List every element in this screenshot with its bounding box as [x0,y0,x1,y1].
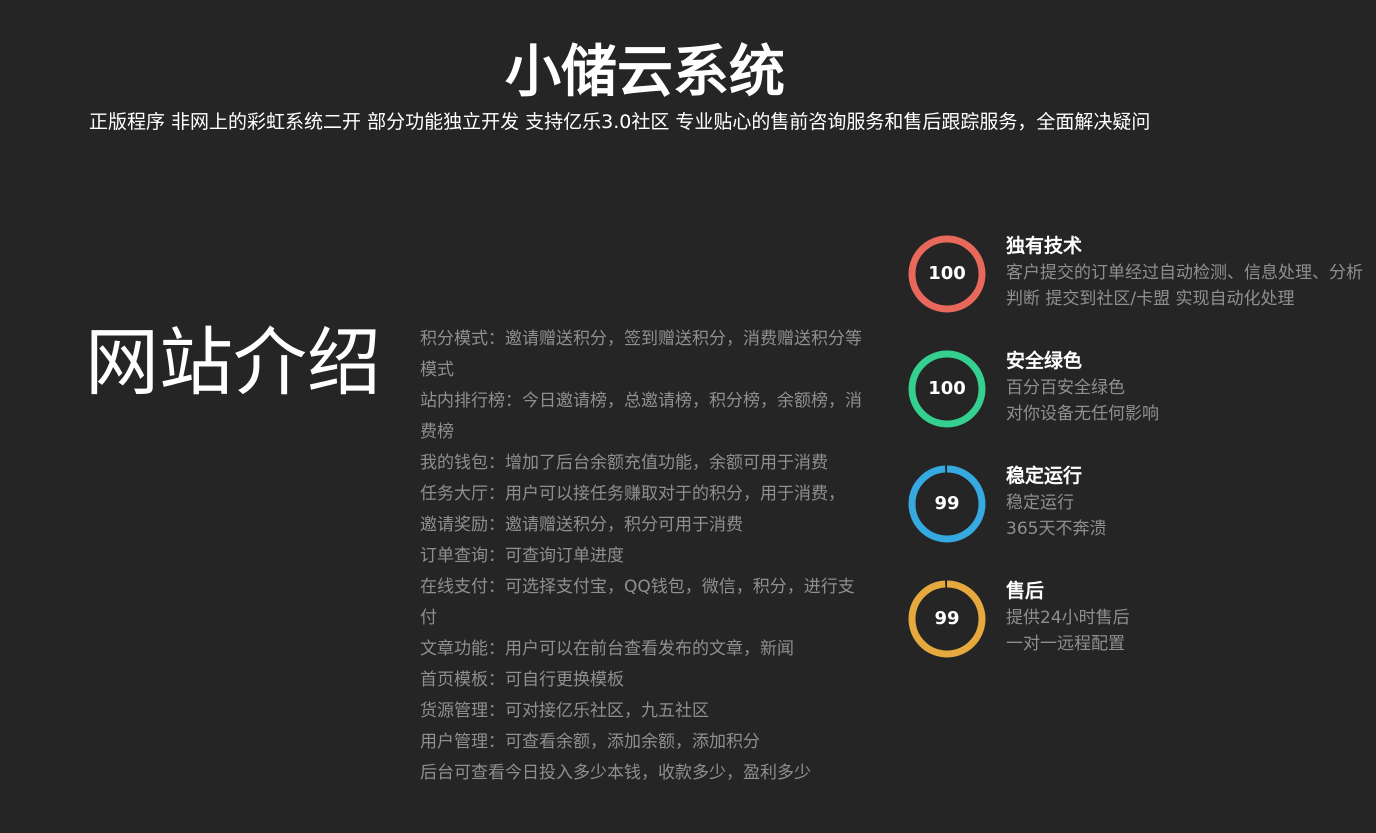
feature-item: 后台可查看今日投入多少本钱，收款多少，盈利多少 [420,763,811,783]
stat-title: 稳定运行 [1006,465,1083,487]
feature-item: 任务大厅：用户可以接任务赚取对于的积分，用于消费， [420,484,845,504]
stat-description: 一对一远程配置 [1006,634,1125,654]
feature-list: 积分模式：邀请赠送积分，签到赠送积分，消费赠送积分等模式 站内排行榜：今日邀请榜… [420,324,868,789]
feature-item: 首页模板：可自行更换模板 [420,670,624,690]
progress-ring: 100 [907,234,987,314]
feature-item: 货源管理：可对接亿乐社区，九五社区 [420,701,709,721]
intro-heading: 网站介绍 [85,320,381,406]
page-subtitle: 正版程序 非网上的彩虹系统二开 部分功能独立开发 支持亿乐3.0社区 专业贴心的… [89,111,1151,133]
progress-ring: 99 [907,464,987,544]
stat-after-sales: 99 售后 提供24小时售后 一对一远程配置 [907,577,1367,692]
stat-description: 稳定运行 [1006,493,1074,513]
stat-stable-running: 99 稳定运行 稳定运行 365天不奔溃 [907,462,1367,577]
stat-title: 安全绿色 [1006,350,1083,372]
progress-ring: 99 [907,579,987,659]
stat-description: 百分百安全绿色 [1006,378,1125,398]
page: 小储云系统 正版程序 非网上的彩虹系统二开 部分功能独立开发 支持亿乐3.0社区… [0,0,1376,833]
feature-item: 我的钱包：增加了后台余额充值功能，余额可用于消费 [420,453,828,473]
stat-title: 独有技术 [1006,235,1083,257]
ring-value: 100 [928,378,966,399]
stat-safe-green: 100 安全绿色 百分百安全绿色 对你设备无任何影响 [907,347,1367,462]
ring-value: 100 [928,263,966,284]
feature-item: 用户管理：可查看余额，添加余额，添加积分 [420,732,760,752]
ring-value: 99 [934,493,960,514]
feature-item: 积分模式：邀请赠送积分，签到赠送积分，消费赠送积分等模式 [420,329,862,380]
stat-description: 对你设备无任何影响 [1006,404,1159,424]
stat-description: 365天不奔溃 [1006,519,1107,539]
stat-description: 提供24小时售后 [1006,608,1130,628]
feature-item: 邀请奖励：邀请赠送积分，积分可用于消费 [420,515,743,535]
feature-item: 站内排行榜：今日邀请榜，总邀请榜，积分榜，余额榜，消费榜 [420,391,862,442]
ring-value: 99 [934,608,960,629]
feature-item: 在线支付：可选择支付宝，QQ钱包，微信，积分，进行支付 [420,577,855,628]
stat-description: 客户提交的订单经过自动检测、信息处理、分析判断 提交到社区/卡盟 实现自动化处理 [1006,263,1363,309]
progress-ring: 100 [907,349,987,429]
page-title: 小储云系统 [505,40,785,105]
feature-item: 订单查询：可查询订单进度 [420,546,624,566]
stat-title: 售后 [1006,580,1045,602]
stat-unique-tech: 100 独有技术 客户提交的订单经过自动检测、信息处理、分析判断 提交到社区/卡… [907,232,1367,347]
stats-panel: 100 独有技术 客户提交的订单经过自动检测、信息处理、分析判断 提交到社区/卡… [907,232,1367,692]
feature-item: 文章功能：用户可以在前台查看发布的文章，新闻 [420,639,794,659]
